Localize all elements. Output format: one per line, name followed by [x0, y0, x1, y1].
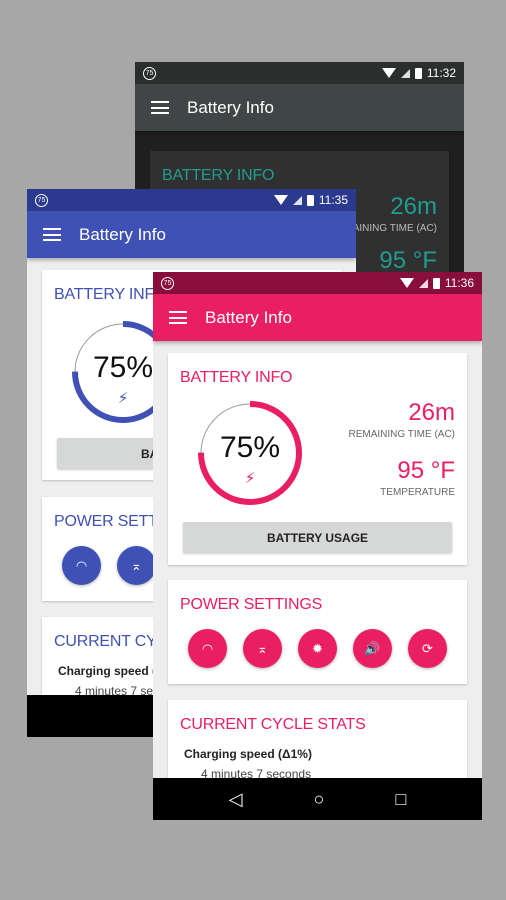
- wifi-hotspot-icon: ⌅: [131, 557, 142, 573]
- clock: 11:36: [444, 276, 474, 290]
- volume-toggle-button[interactable]: 🔊: [353, 629, 392, 668]
- signal-icon: [400, 68, 410, 78]
- wifi-icon: [399, 278, 414, 288]
- notification-badge: 75: [161, 276, 174, 290]
- battery-icon: [432, 277, 440, 289]
- recents-button[interactable]: □: [396, 789, 407, 810]
- power-settings-card: POWER SETTINGS ◠ ⌅ ✹ 🔊 ⟳: [168, 580, 467, 684]
- wifi-icon: [273, 195, 288, 205]
- wifi-toggle-button[interactable]: ◠: [62, 546, 101, 585]
- phone-pink-theme: 75 11:36 Battery Info BATTERY INFO 75% ⚡…: [153, 272, 482, 820]
- signal-icon: [418, 278, 428, 288]
- status-bar: 75 11:32: [135, 62, 464, 84]
- charging-speed-label: Charging speed (Δ1%): [184, 747, 312, 761]
- battery-usage-button[interactable]: BATTERY USAGE: [183, 522, 452, 553]
- battery-icon: [414, 67, 422, 79]
- battery-info-card: BATTERY INFO 75% ⚡ 26m REMAINING TIME (AC…: [168, 353, 467, 565]
- charging-bolt-icon: ⚡: [244, 470, 256, 487]
- wifi-hotspot-icon: ⌅: [257, 640, 268, 656]
- brightness-toggle-button[interactable]: ✹: [298, 629, 337, 668]
- battery-icon: [306, 194, 314, 206]
- card-title: BATTERY INFO: [180, 369, 293, 386]
- menu-icon[interactable]: [43, 228, 61, 241]
- sync-toggle-button[interactable]: ⟳: [408, 629, 447, 668]
- wifi-toggle-button[interactable]: ◠: [188, 629, 227, 668]
- card-title: POWER SETTINGS: [180, 596, 323, 613]
- notification-badge: 75: [143, 66, 156, 80]
- battery-percent: 75%: [219, 431, 281, 464]
- menu-icon[interactable]: [151, 101, 169, 114]
- hotspot-toggle-button[interactable]: ⌅: [243, 629, 282, 668]
- app-title: Battery Info: [187, 97, 274, 117]
- nav-bar: ◁ ○ □: [153, 778, 482, 820]
- signal-icon: [292, 195, 302, 205]
- battery-gauge: 75% ⚡: [196, 399, 304, 507]
- hotspot-toggle-button[interactable]: ⌅: [117, 546, 156, 585]
- status-bar: 75 11:35: [27, 189, 356, 211]
- clock: 11:35: [318, 193, 348, 207]
- temperature-label: TEMPERATURE: [380, 487, 455, 498]
- wifi-icon: ◠: [201, 640, 214, 656]
- brightness-icon: ✹: [312, 640, 323, 656]
- volume-icon: 🔊: [364, 640, 381, 656]
- notification-badge: 75: [35, 193, 48, 207]
- remaining-time: 26m: [408, 399, 455, 426]
- wifi-icon: [381, 68, 396, 78]
- temperature: 95 °F: [397, 457, 455, 484]
- sync-icon: ⟳: [422, 640, 433, 656]
- app-title: Battery Info: [205, 307, 292, 327]
- home-button[interactable]: ○: [314, 789, 325, 810]
- card-title: CURRENT CYCLE STATS: [180, 716, 366, 733]
- temperature: 95 °F: [379, 247, 437, 274]
- card-title: BATTERY INFO: [54, 286, 167, 303]
- card-title: BATTERY INFO: [162, 167, 275, 184]
- clock: 11:32: [426, 66, 456, 80]
- status-bar: 75 11:36: [153, 272, 482, 294]
- wifi-icon: ◠: [75, 557, 88, 573]
- back-button[interactable]: ◁: [229, 789, 243, 810]
- menu-icon[interactable]: [169, 311, 187, 324]
- remaining-label: REMAINING TIME (AC): [348, 429, 455, 440]
- app-title: Battery Info: [79, 224, 166, 244]
